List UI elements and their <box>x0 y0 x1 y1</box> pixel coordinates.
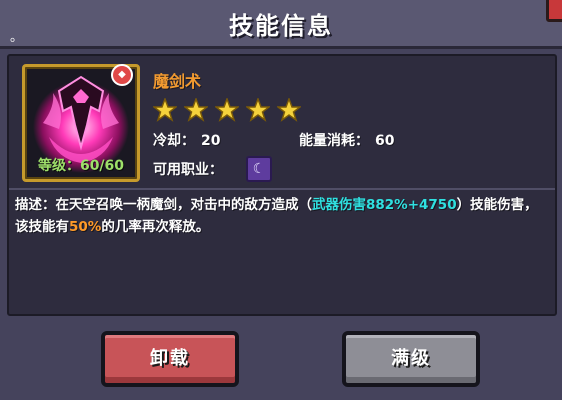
dialog-title: 技能信息 <box>229 12 333 40</box>
top-mark: 。 <box>10 30 24 45</box>
star-icon <box>184 98 208 122</box>
skill-info-dialog: 技能信息 。 等级：60/60 ◆ 魔剑术 冷却： 20 能量消耗： 60 可用… <box>0 0 562 400</box>
star-icon <box>277 98 301 122</box>
skill-level: 等级：60/60 <box>37 158 125 174</box>
cooldown-label: 冷却： <box>153 133 195 149</box>
star-icon <box>153 98 177 122</box>
star-icon <box>246 98 270 122</box>
skill-name: 魔剑术 <box>153 72 202 91</box>
fire-badge-icon: ◆ <box>111 64 133 86</box>
unload-button[interactable]: 卸载 <box>101 331 239 387</box>
energy-value: 60 <box>375 133 395 149</box>
close-corner-icon[interactable] <box>546 0 562 22</box>
skill-description: 描述：在天空召唤一柄魔剑，对击中的敌方造成（武器伤害882%+4750）技能伤害… <box>15 194 549 238</box>
skill-stars <box>153 98 301 122</box>
energy-stat: 能量消耗： 60 <box>299 130 394 150</box>
skill-info-panel: 等级：60/60 ◆ 魔剑术 冷却： 20 能量消耗： 60 可用职业： ☾ 描述：… <box>7 54 557 316</box>
title-bar: 技能信息 <box>0 0 562 49</box>
job-label: 可用职业： <box>153 162 223 178</box>
cooldown-stat: 冷却： 20 <box>153 130 220 150</box>
mage-class-icon[interactable]: ☾ <box>246 156 272 182</box>
star-icon <box>215 98 239 122</box>
cooldown-value: 20 <box>201 133 221 149</box>
job-stat: 可用职业： <box>153 159 223 179</box>
description-damage-highlight: 武器伤害882%+4750 <box>312 197 457 213</box>
energy-label: 能量消耗： <box>299 133 369 149</box>
description-chance-highlight: 50% <box>69 219 102 235</box>
max-level-button[interactable]: 满级 <box>342 331 480 387</box>
description-part3: 的几率再次释放。 <box>101 219 210 235</box>
divider <box>9 188 555 190</box>
description-part1: 描述：在天空召唤一柄魔剑，对击中的敌方造成（ <box>15 197 312 213</box>
